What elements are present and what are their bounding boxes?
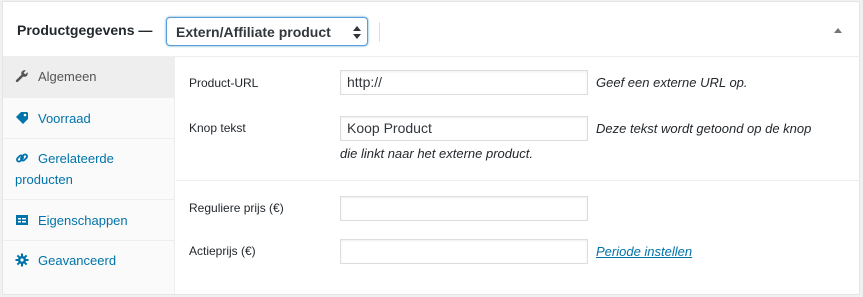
tag-icon	[16, 112, 28, 124]
tab-label: Voorraad	[38, 111, 91, 126]
tab-label-line2: producten	[15, 172, 73, 187]
tab-algemeen[interactable]: Algemeen	[3, 57, 174, 98]
product-data-panel: Productgegevens — Extern/Affiliate produ…	[2, 1, 860, 295]
general-options-panel: Product-URL http:// Geef een externe URL…	[176, 57, 859, 294]
table-icon	[16, 215, 28, 225]
header-separator	[379, 22, 380, 42]
tab-voorraad[interactable]: Voorraad	[3, 98, 174, 139]
button-text-description-line1: Deze tekst wordt getoond op de knop	[596, 121, 812, 136]
button-text-description-line2: die linkt naar het externe product.	[340, 146, 533, 161]
panel-header: Productgegevens — Extern/Affiliate produ…	[3, 2, 859, 57]
select-arrows-icon	[353, 26, 361, 39]
options-group-divider	[176, 180, 859, 181]
link-icon	[16, 153, 28, 163]
product-url-description: Geef een externe URL op.	[596, 75, 748, 90]
panel-title: Productgegevens —	[17, 22, 153, 38]
sale-price-input[interactable]	[340, 239, 588, 264]
gear-icon	[15, 253, 29, 267]
sale-price-label: Actieprijs (€)	[189, 244, 256, 258]
regular-price-input[interactable]	[340, 196, 588, 221]
button-text-label: Knop tekst	[189, 121, 246, 135]
tab-label: Eigenschappen	[38, 213, 128, 228]
tab-geavanceerd[interactable]: Geavanceerd	[3, 241, 174, 282]
product-url-value: http://	[347, 74, 383, 90]
wrench-icon	[15, 70, 28, 83]
product-url-label: Product-URL	[189, 76, 259, 90]
tab-label-line1: Gerelateerde	[38, 151, 114, 166]
tab-label: Algemeen	[38, 69, 97, 84]
schedule-sale-link[interactable]: Periode instellen	[596, 244, 692, 259]
tab-eigenschappen[interactable]: Eigenschappen	[3, 200, 174, 241]
button-text-value: Koop Product	[347, 120, 432, 136]
tab-gerelateerde-producten[interactable]: Gerelateerde producten	[3, 139, 174, 200]
button-text-input[interactable]: Koop Product	[340, 116, 588, 141]
product-data-tabs: Algemeen Voorraad Gerelateerde producten	[3, 57, 175, 294]
tab-label: Geavanceerd	[38, 253, 117, 268]
product-type-select[interactable]: Extern/Affiliate product	[166, 17, 368, 46]
regular-price-label: Reguliere prijs (€)	[189, 201, 284, 215]
collapse-arrow-icon[interactable]	[834, 28, 842, 33]
product-type-value: Extern/Affiliate product	[176, 24, 331, 40]
product-url-input[interactable]: http://	[340, 70, 588, 95]
